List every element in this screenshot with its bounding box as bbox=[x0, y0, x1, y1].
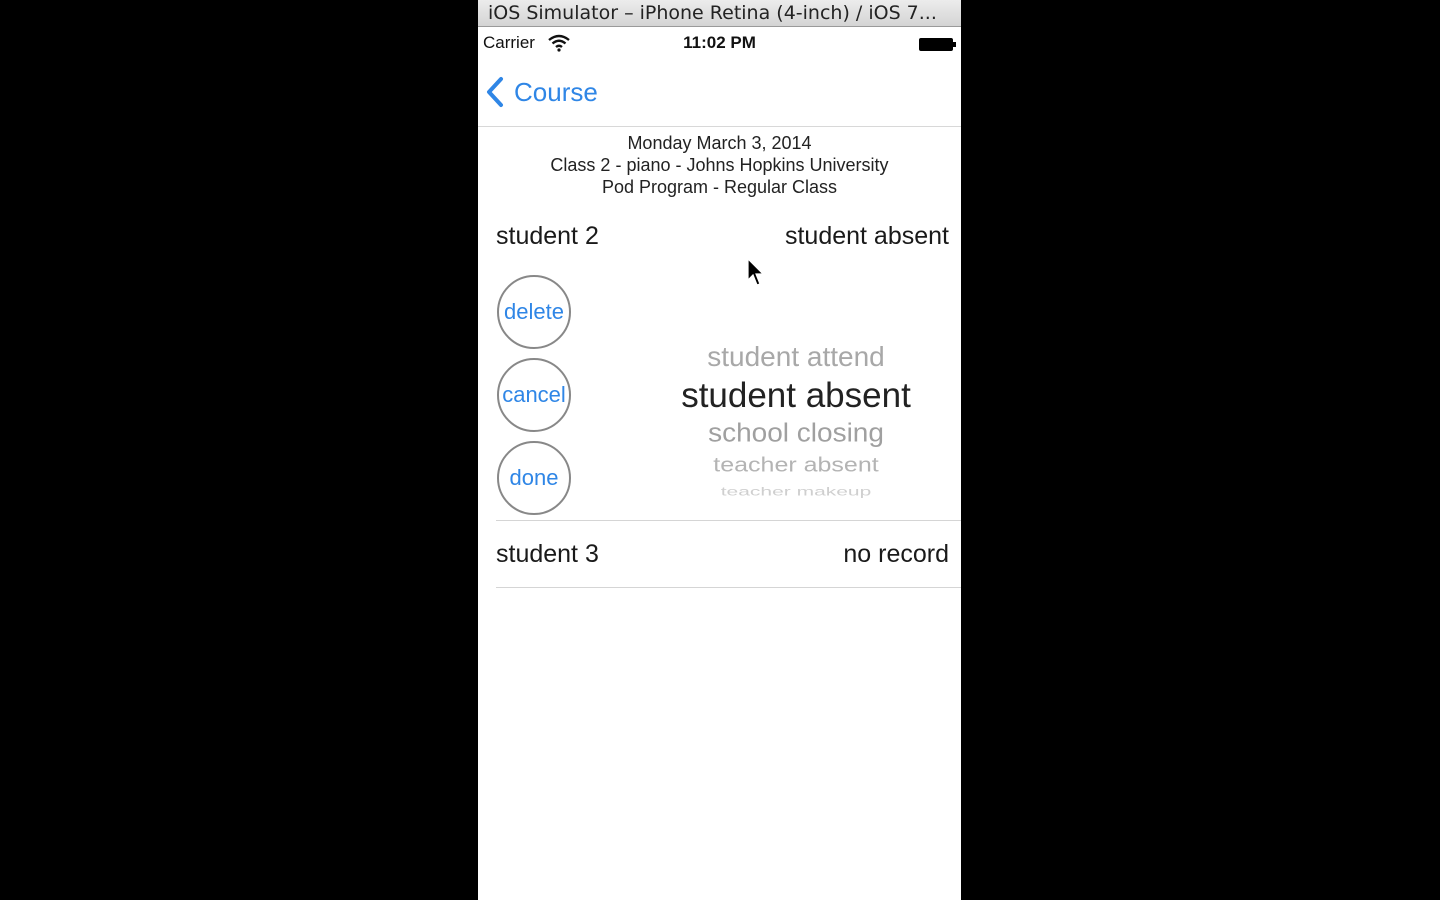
mouse-cursor-icon bbox=[747, 258, 765, 286]
student-name[interactable]: student 3 bbox=[496, 540, 599, 569]
back-button-label: Course bbox=[514, 76, 598, 107]
back-button[interactable]: Course bbox=[484, 72, 598, 112]
class-program: Pod Program - Regular Class bbox=[601, 177, 838, 197]
class-header: Monday March 3, 2014 Class 2 - piano - J… bbox=[478, 132, 961, 198]
desktop-background: iOS Simulator – iPhone Retina (4-inch) /… bbox=[0, 0, 1440, 900]
status-bar: Carrier 11:02 PM bbox=[478, 28, 961, 60]
picker-option-selected[interactable]: student absent bbox=[656, 376, 936, 416]
attendance-status[interactable]: no record bbox=[843, 540, 949, 569]
done-button[interactable]: done bbox=[497, 441, 571, 515]
picker-option[interactable]: student attend bbox=[656, 341, 936, 373]
row-divider bbox=[496, 587, 961, 588]
simulator-window: iOS Simulator – iPhone Retina (4-inch) /… bbox=[478, 0, 961, 900]
status-time: 11:02 PM bbox=[683, 33, 756, 52]
simulator-title-bar[interactable]: iOS Simulator – iPhone Retina (4-inch) /… bbox=[478, 0, 961, 27]
attendance-picker[interactable]: student attend student absent school clo… bbox=[656, 335, 936, 500]
class-date: Monday March 3, 2014 bbox=[627, 133, 812, 153]
class-details: Class 2 - piano - Johns Hopkins Universi… bbox=[550, 155, 889, 175]
chevron-left-icon bbox=[487, 77, 503, 107]
row-divider bbox=[496, 520, 961, 521]
battery-icon bbox=[919, 38, 956, 51]
delete-button[interactable]: delete bbox=[497, 275, 571, 349]
attendance-status[interactable]: student absent bbox=[785, 222, 949, 251]
cancel-button[interactable]: cancel bbox=[497, 358, 571, 432]
student-name[interactable]: student 2 bbox=[496, 222, 599, 251]
navigation-bar: Course bbox=[478, 60, 961, 127]
picker-option[interactable]: teacher absent bbox=[656, 454, 936, 477]
picker-option[interactable]: teacher makeup bbox=[656, 485, 936, 498]
picker-option[interactable]: school closing bbox=[656, 418, 936, 447]
